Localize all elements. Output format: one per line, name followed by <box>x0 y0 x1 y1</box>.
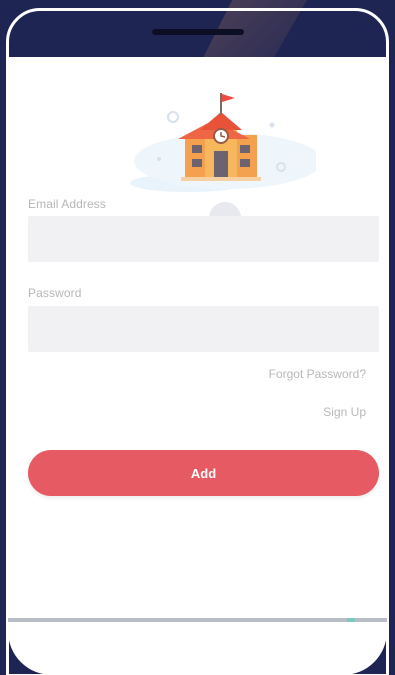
app-frame: + Email Address Password Forgot Password… <box>0 0 395 675</box>
school-building-icon: + <box>130 93 316 234</box>
forgot-password-link[interactable]: Forgot Password? <box>269 367 366 381</box>
password-label: Password <box>28 286 82 300</box>
status-indicator <box>347 618 355 622</box>
login-screen: + Email Address Password Forgot Password… <box>8 57 387 625</box>
sign-up-link[interactable]: Sign Up <box>323 405 366 419</box>
phone-bottom-bar <box>8 618 387 675</box>
add-button[interactable]: Add <box>28 450 379 496</box>
email-label: Email Address <box>28 197 106 211</box>
email-field[interactable] <box>28 216 379 262</box>
password-field[interactable] <box>28 306 379 352</box>
phone-notch <box>152 29 244 35</box>
